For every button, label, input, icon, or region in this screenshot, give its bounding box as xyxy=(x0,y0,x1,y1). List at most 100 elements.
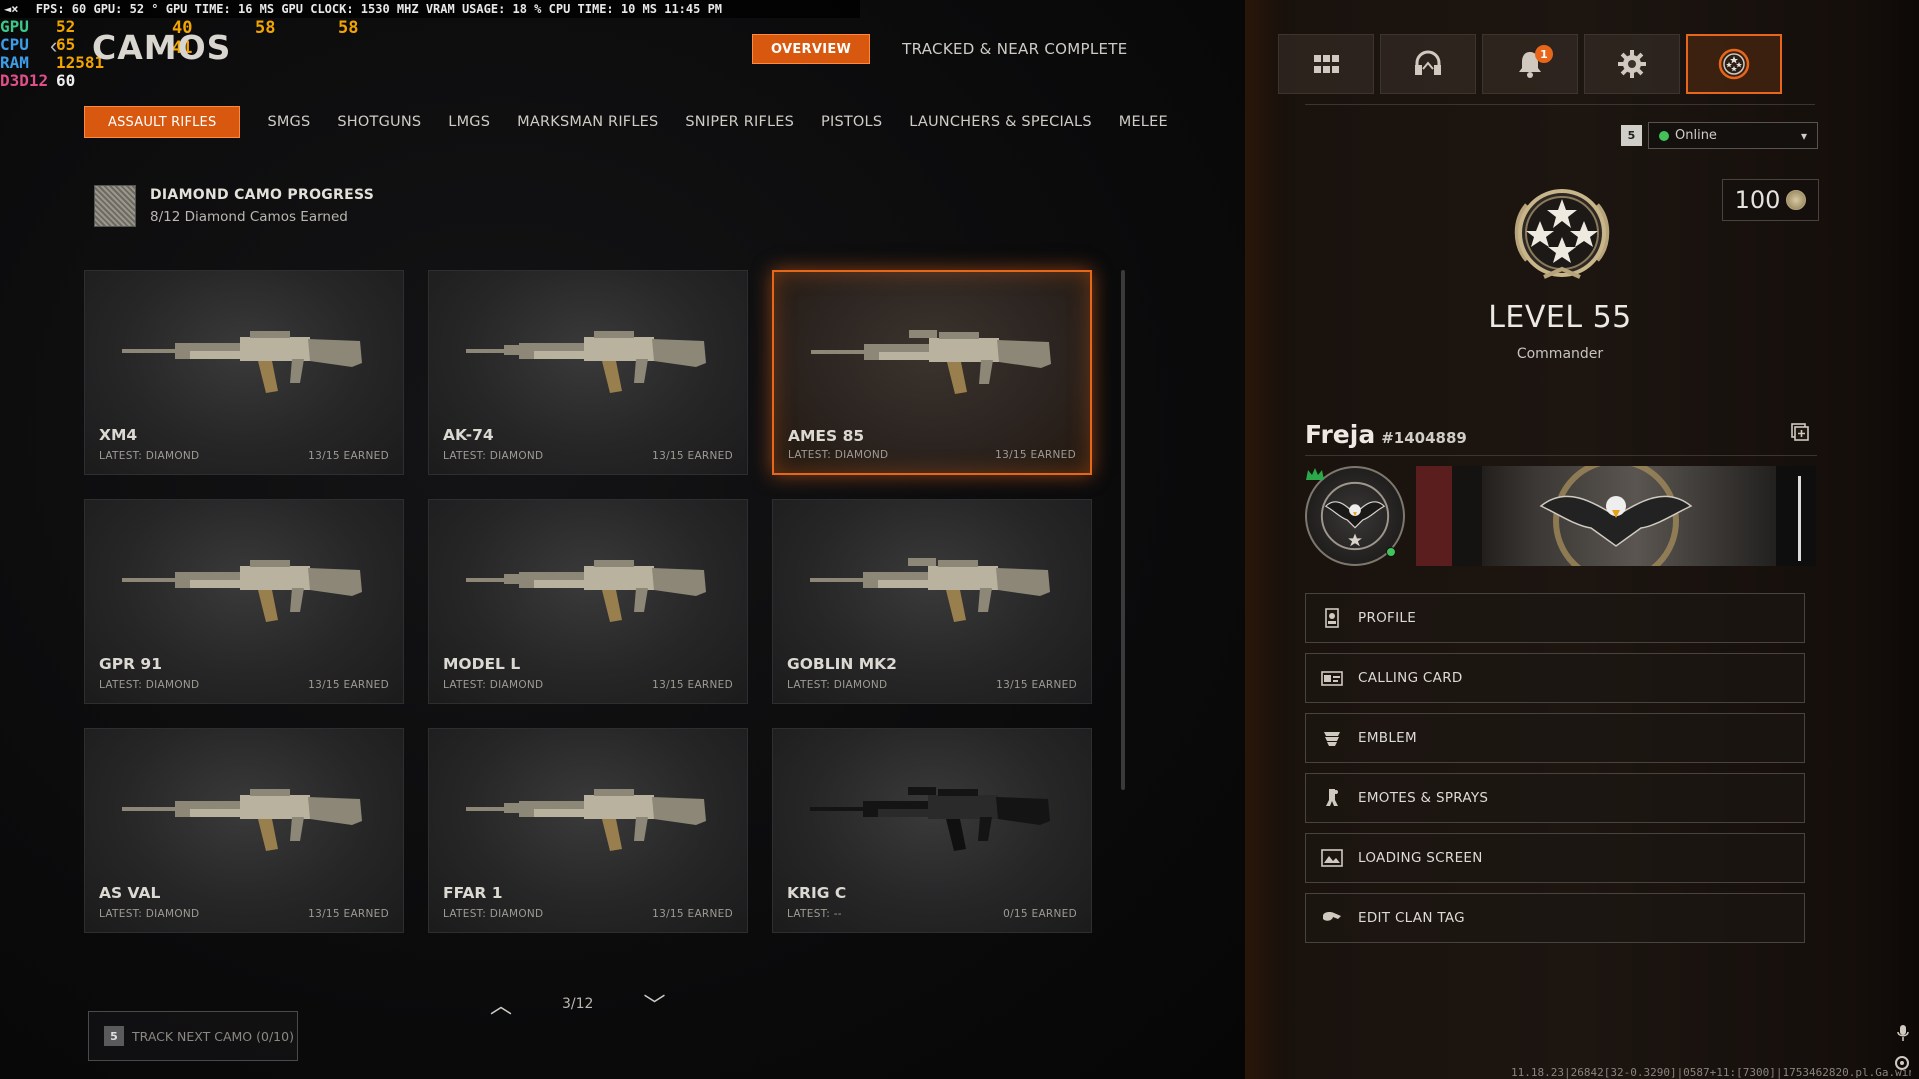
perf-float-value: 58 xyxy=(255,18,276,38)
weapon-name: GPR 91 xyxy=(99,655,162,673)
build-string: 11.18.23|26842[32-0.3290]|0587+11:[7300]… xyxy=(1511,1066,1911,1079)
tab-overview[interactable]: OVERVIEW xyxy=(752,34,871,64)
weapon-latest-camo: LATEST: DIAMOND xyxy=(788,449,889,461)
currency-display: 100 xyxy=(1722,179,1819,221)
perf-cpu-value: 65 xyxy=(56,35,76,54)
weapon-image xyxy=(810,558,1050,622)
category-tabs: ASSAULT RIFLES SMGS SHOTGUNS LMGS MARKSMAN R… xyxy=(84,106,1195,138)
profile-menu: PROFILE CALLING CARD EMBLEM EMOTES & SPRAYS… xyxy=(1305,593,1805,953)
weapon-image xyxy=(122,331,362,393)
category-tab-launchers-specials[interactable]: LAUNCHERS & SPECIALS xyxy=(909,106,1092,138)
calling-card-image[interactable] xyxy=(1416,466,1816,566)
weapon-card-model-l[interactable]: MODEL L LATEST: DIAMOND 13/15 EARNED xyxy=(428,499,748,704)
category-tab-lmgs[interactable]: LMGS xyxy=(448,106,490,138)
menu-loading-screen-button[interactable]: LOADING SCREEN xyxy=(1305,833,1805,883)
party-button[interactable] xyxy=(1380,34,1476,94)
diamond-camo-swatch xyxy=(94,185,136,227)
progress-title: DIAMOND CAMO PROGRESS xyxy=(150,187,375,203)
weapon-card-ames-85[interactable]: AMES 85 LATEST: DIAMOND 13/15 EARNED xyxy=(772,270,1092,475)
online-status-label: Online xyxy=(1675,128,1717,143)
category-tab-marksman-rifles[interactable]: MARKSMAN RIFLES xyxy=(517,106,658,138)
weapon-image xyxy=(466,789,706,851)
menu-profile-button[interactable]: PROFILE xyxy=(1305,593,1805,643)
page-down-chevron-icon[interactable]: ﹀ xyxy=(643,988,665,1020)
category-tab-shotguns[interactable]: SHOTGUNS xyxy=(337,106,421,138)
weapon-earned-count: 13/15 EARNED xyxy=(996,679,1077,691)
panel-edge-glow xyxy=(1245,0,1285,1079)
weapon-image xyxy=(466,560,706,622)
menu-calling-card-button[interactable]: CALLING CARD xyxy=(1305,653,1805,703)
keybind-badge: 5 xyxy=(104,1026,124,1046)
weapon-card-xm4[interactable]: XM4 LATEST: DIAMOND 13/15 EARNED xyxy=(84,270,404,475)
weapon-latest-camo: LATEST: -- xyxy=(787,908,842,920)
category-tab-melee[interactable]: MELEE xyxy=(1119,106,1168,138)
menu-item-label: CALLING CARD xyxy=(1358,670,1463,686)
online-status-dropdown[interactable]: Online ▾ xyxy=(1648,122,1818,149)
weapon-card-gpr-91[interactable]: GPR 91 LATEST: DIAMOND 13/15 EARNED xyxy=(84,499,404,704)
top-icon-bar: 1 xyxy=(1278,34,1782,94)
menu-item-label: EMOTES & SPRAYS xyxy=(1358,790,1489,806)
perf-ram-label: RAM xyxy=(0,53,29,72)
category-tab-sniper-rifles[interactable]: SNIPER RIFLES xyxy=(685,106,794,138)
notification-badge: 1 xyxy=(1535,45,1553,63)
settings-button[interactable] xyxy=(1584,34,1680,94)
weapon-latest-camo: LATEST: DIAMOND xyxy=(787,679,888,691)
coin-icon xyxy=(1786,190,1807,210)
notifications-button[interactable]: 1 xyxy=(1482,34,1578,94)
page-title: CAMOS xyxy=(92,28,232,67)
page-indicator: 3/12 xyxy=(562,996,594,1012)
menu-emblem-button[interactable]: EMBLEM xyxy=(1305,713,1805,763)
back-chevron-icon[interactable]: ‹ xyxy=(50,33,57,59)
grid-scrollbar[interactable] xyxy=(1121,270,1125,790)
weapon-name: AMES 85 xyxy=(788,427,865,445)
weapon-image xyxy=(122,789,362,851)
weapon-card-ffar-1[interactable]: FFAR 1 LATEST: DIAMOND 13/15 EARNED xyxy=(428,728,748,933)
weapon-name: AS VAL xyxy=(99,884,161,902)
menu-emotes-sprays-button[interactable]: EMOTES & SPRAYS xyxy=(1305,773,1805,823)
weapon-latest-camo: LATEST: DIAMOND xyxy=(99,908,200,920)
microphone-icon xyxy=(1897,1025,1909,1041)
weapon-card-goblin-mk2[interactable]: GOBLIN MK2 LATEST: DIAMOND 13/15 EARNED xyxy=(772,499,1092,704)
category-tab-smgs[interactable]: SMGS xyxy=(267,106,310,138)
grid-icon xyxy=(1314,55,1339,73)
weapon-image xyxy=(811,330,1051,394)
profile-tab-button[interactable] xyxy=(1686,34,1782,94)
menu-item-label: EDIT CLAN TAG xyxy=(1358,910,1465,926)
rank-title: Commander xyxy=(1516,346,1604,362)
weapon-card-ak-74[interactable]: AK-74 LATEST: DIAMOND 13/15 EARNED xyxy=(428,270,748,475)
weapon-earned-count: 13/15 EARNED xyxy=(308,450,389,462)
track-next-camo-button[interactable]: 5 TRACK NEXT CAMO (0/10) xyxy=(88,1011,298,1061)
menu-edit-clan-tag-button[interactable]: EDIT CLAN TAG xyxy=(1305,893,1805,943)
eagle-calling-card-art xyxy=(1416,466,1816,566)
category-tab-pistols[interactable]: PISTOLS xyxy=(821,106,882,138)
weapon-card-krig-c[interactable]: KRIG C LATEST: -- 0/15 EARNED xyxy=(772,728,1092,933)
weapon-grid: XM4 LATEST: DIAMOND 13/15 EARNED AK-74 LATES… xyxy=(84,270,1092,933)
menu-item-label: PROFILE xyxy=(1358,610,1417,626)
chevron-down-icon: ▾ xyxy=(1800,128,1807,143)
perf-overlay-bar: ◄× FPS: 60 GPU: 52 ° GPU TIME: 16 MS GPU… xyxy=(0,0,860,18)
prestige-rank-emblem xyxy=(1514,189,1610,279)
tab-tracked[interactable]: TRACKED & NEAR COMPLETE xyxy=(902,34,1127,64)
apps-grid-button[interactable] xyxy=(1278,34,1374,94)
perf-float-value: 58 xyxy=(338,18,359,38)
weapon-image xyxy=(122,560,362,622)
copy-icon[interactable] xyxy=(1790,422,1810,442)
panel-right-edge xyxy=(1859,0,1919,1079)
category-tab-assault-rifles[interactable]: ASSAULT RIFLES xyxy=(84,106,241,138)
weapon-earned-count: 13/15 EARNED xyxy=(652,679,733,691)
perf-gpu-value: 52 xyxy=(56,17,76,36)
page-up-chevron-icon[interactable]: ︿ xyxy=(490,988,512,1020)
weapon-earned-count: 0/15 EARNED xyxy=(1003,908,1077,920)
player-identity: Freja #1404889 xyxy=(1305,420,1467,449)
calling-card-icon xyxy=(1321,671,1343,686)
weapon-latest-camo: LATEST: DIAMOND xyxy=(99,679,200,691)
player-level: LEVEL 55 xyxy=(1488,300,1632,335)
perf-top-text: FPS: 60 GPU: 52 ° GPU TIME: 16 MS GPU CL… xyxy=(35,2,723,16)
crown-icon xyxy=(1306,468,1324,480)
menu-item-label: EMBLEM xyxy=(1358,730,1417,746)
name-divider xyxy=(1305,455,1817,456)
rank-badge-icon xyxy=(1718,48,1750,80)
online-status-dot xyxy=(1659,130,1669,141)
progress-subtitle: 8/12 Diamond Camos Earned xyxy=(150,209,348,225)
weapon-card-as-val[interactable]: AS VAL LATEST: DIAMOND 13/15 EARNED xyxy=(84,728,404,933)
